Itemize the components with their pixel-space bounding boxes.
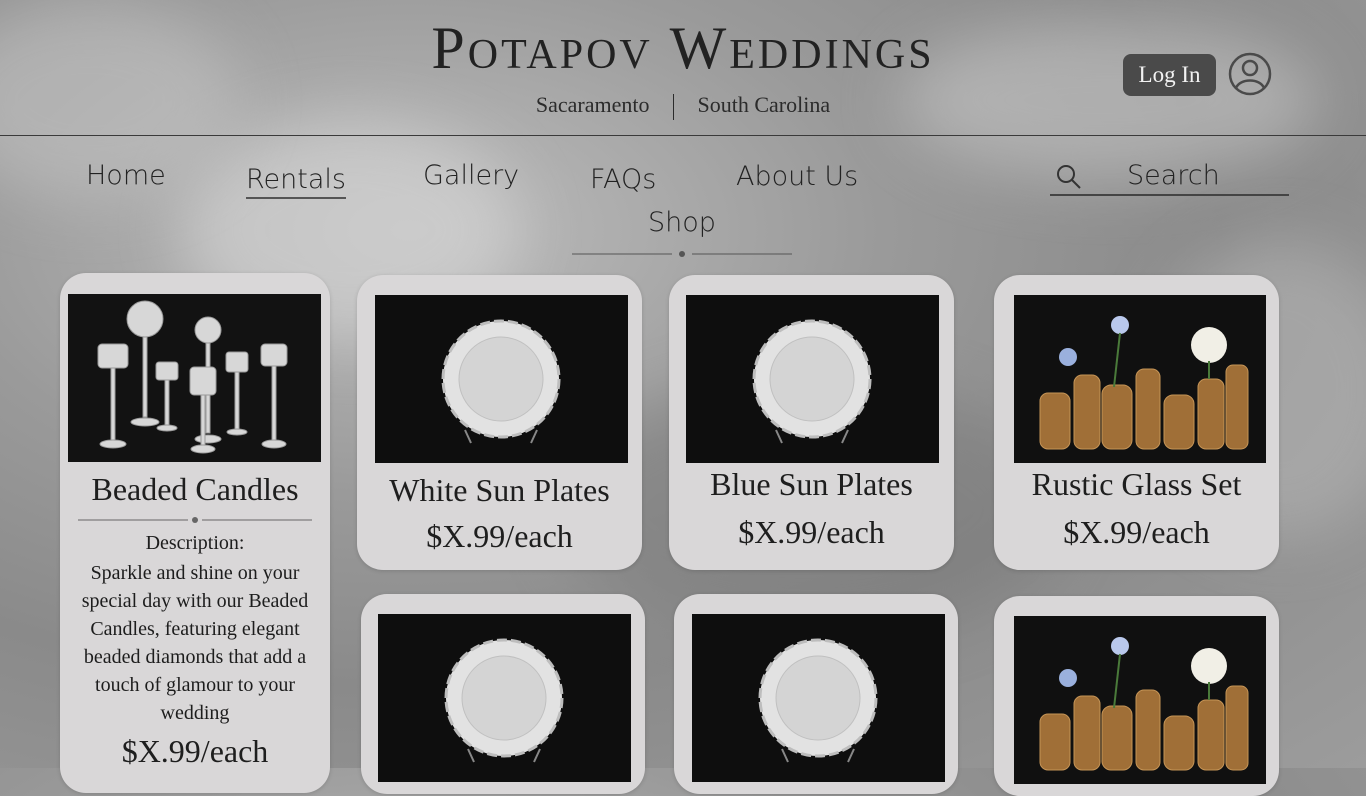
nav-faqs[interactable]: FAQs bbox=[590, 164, 656, 195]
product-card[interactable] bbox=[994, 596, 1279, 796]
product-card-rustic-glass-set[interactable]: Rustic Glass Set $X.99/each bbox=[994, 275, 1279, 570]
nav-gallery[interactable]: Gallery bbox=[423, 160, 519, 191]
white-plate-image bbox=[692, 614, 945, 782]
login-button[interactable]: Log In bbox=[1123, 54, 1216, 96]
product-card-white-sun-plates[interactable]: White Sun Plates $X.99/each bbox=[357, 275, 642, 570]
user-avatar-icon[interactable] bbox=[1228, 52, 1272, 96]
location-sacramento: Sacaramento bbox=[535, 92, 650, 117]
glass-vases-image bbox=[1014, 616, 1266, 784]
site-header: Potapov Weddings Sacaramento South Carol… bbox=[0, 0, 1366, 136]
product-title: White Sun Plates bbox=[389, 472, 610, 508]
product-card[interactable] bbox=[674, 594, 958, 794]
search-field[interactable]: Search bbox=[1050, 158, 1289, 196]
candle-holders-image bbox=[68, 294, 321, 462]
search-placeholder: Search bbox=[1127, 160, 1220, 191]
location-line: Sacaramento South Carolina bbox=[0, 92, 1366, 120]
white-plate-image bbox=[375, 295, 628, 463]
product-description: Sparkle and shine on your special day wi… bbox=[81, 562, 309, 724]
product-price: $X.99/each bbox=[1063, 514, 1210, 550]
nav-shop[interactable]: Shop bbox=[648, 207, 716, 238]
product-title: Beaded Candles bbox=[91, 471, 299, 507]
product-card-blue-sun-plates[interactable]: Blue Sun Plates $X.99/each bbox=[669, 275, 954, 570]
product-title: Blue Sun Plates bbox=[710, 466, 913, 502]
white-plate-image bbox=[686, 295, 939, 463]
white-plate-image bbox=[378, 614, 631, 782]
ornament-divider bbox=[78, 517, 312, 523]
glass-vases-image bbox=[1014, 295, 1266, 463]
product-price: $X.99/each bbox=[426, 518, 573, 554]
search-icon bbox=[1057, 165, 1081, 189]
ornament-divider bbox=[572, 251, 792, 257]
location-separator bbox=[673, 93, 674, 120]
product-card-beaded-candles[interactable]: Beaded Candles Description: Sparkle and … bbox=[60, 273, 330, 793]
nav-home[interactable]: Home bbox=[86, 160, 166, 191]
product-price: $X.99/each bbox=[121, 733, 269, 769]
product-price: $X.99/each bbox=[738, 514, 885, 550]
product-title: Rustic Glass Set bbox=[1031, 466, 1242, 502]
product-card[interactable] bbox=[361, 594, 645, 794]
nav-about-us[interactable]: About Us bbox=[736, 161, 858, 192]
description-label: Description: bbox=[145, 532, 245, 554]
nav-rentals[interactable]: Rentals bbox=[246, 164, 346, 199]
location-south-carolina: South Carolina bbox=[697, 92, 831, 117]
